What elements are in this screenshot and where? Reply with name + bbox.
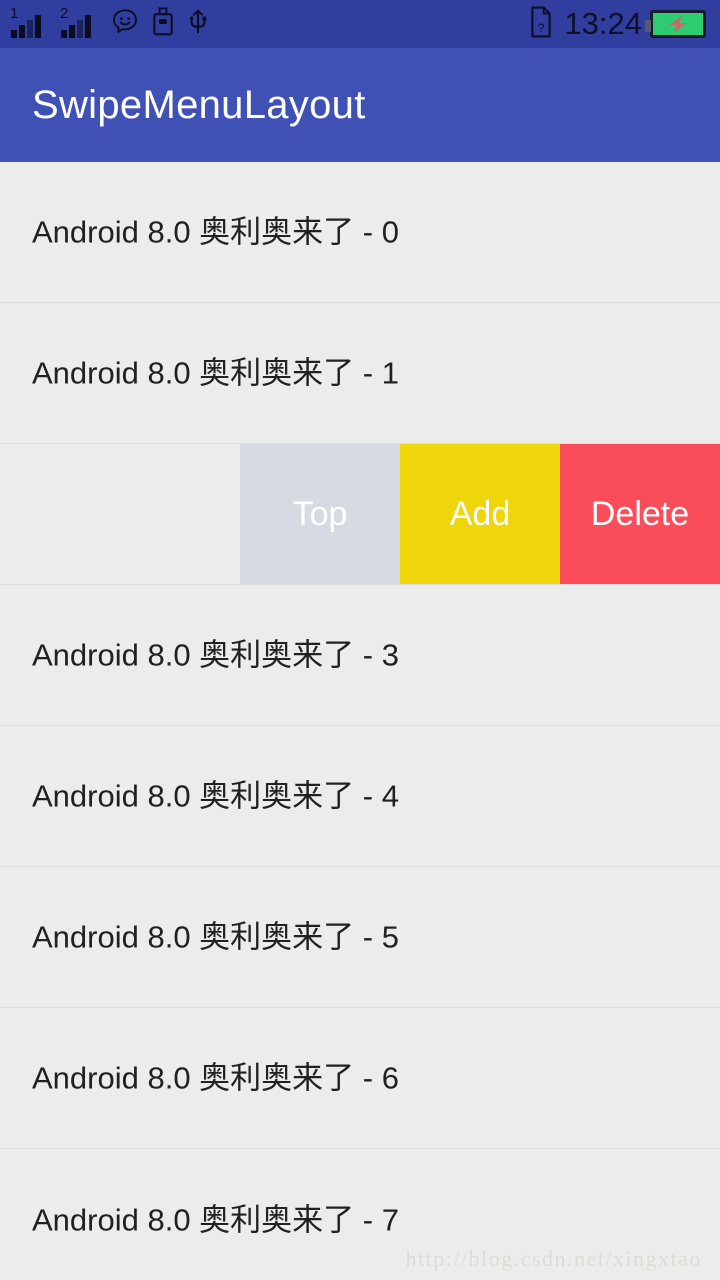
swipe-menu-add-button[interactable]: Add bbox=[400, 444, 560, 584]
usb-connection-icon bbox=[186, 7, 210, 41]
status-bar-clock: 13:24 bbox=[564, 5, 642, 41]
sdcard-unknown-icon: ? bbox=[528, 6, 554, 42]
list-item[interactable]: Android 8.0 奥利奥来了 - 4 bbox=[0, 726, 720, 867]
list-item-label: Android 8.0 奥利奥来了 - 4 bbox=[32, 778, 399, 814]
watermark: http://blog.csdn.net/xingxtao bbox=[405, 1246, 702, 1271]
usb-drive-icon bbox=[150, 7, 176, 41]
swipe-menu-delete-button[interactable]: Delete bbox=[560, 444, 720, 584]
messaging-smiley-icon bbox=[110, 7, 140, 41]
swipe-menu-top-label: Top bbox=[292, 495, 348, 533]
sim1-bars bbox=[11, 15, 41, 38]
swipe-menu: Top Add Delete bbox=[240, 444, 720, 584]
item-list[interactable]: Android 8.0 奥利奥来了 - 0 Android 8.0 奥利奥来了 … bbox=[0, 162, 720, 1280]
swipe-menu-top-button[interactable]: Top bbox=[240, 444, 400, 584]
page-title: SwipeMenuLayout bbox=[32, 83, 366, 127]
list-item[interactable]: Android 8.0 奥利奥来了 - 5 bbox=[0, 867, 720, 1008]
battery-charging-icon bbox=[645, 10, 706, 38]
list-item-label: Android 8.0 奥利奥来了 - 7 bbox=[32, 1202, 399, 1237]
list-item-swiped[interactable]: Top Add Delete bbox=[0, 444, 720, 585]
status-bar: 1 2 ? 13:24 bbox=[0, 0, 720, 48]
status-bar-right-icons: ? 13:24 bbox=[528, 6, 706, 42]
swipe-menu-delete-label: Delete bbox=[590, 495, 690, 533]
list-item[interactable]: Android 8.0 奥利奥来了 - 6 bbox=[0, 1008, 720, 1149]
app-bar: SwipeMenuLayout bbox=[0, 48, 720, 162]
list-item[interactable]: Android 8.0 奥利奥来了 - 0 bbox=[0, 162, 720, 303]
sim2-bars bbox=[61, 15, 91, 38]
list-item-label: Android 8.0 奥利奥来了 - 3 bbox=[32, 637, 399, 673]
list-item-label: Android 8.0 奥利奥来了 - 1 bbox=[32, 355, 399, 391]
signal-bars-sim1-icon: 1 bbox=[10, 6, 50, 40]
status-bar-left-icons: 1 2 bbox=[10, 6, 528, 41]
list-item-label: Android 8.0 奥利奥来了 - 6 bbox=[32, 1060, 399, 1096]
list-item[interactable]: Android 8.0 奥利奥来了 - 1 bbox=[0, 303, 720, 444]
list-item-label: Android 8.0 奥利奥来了 - 5 bbox=[32, 919, 399, 955]
list-item-label: Android 8.0 奥利奥来了 - 0 bbox=[32, 214, 399, 250]
signal-bars-sim2-icon: 2 bbox=[60, 6, 100, 40]
list-item[interactable]: Android 8.0 奥利奥来了 - 3 bbox=[0, 585, 720, 726]
swipe-menu-add-label: Add bbox=[449, 495, 511, 533]
svg-text:?: ? bbox=[538, 21, 545, 35]
